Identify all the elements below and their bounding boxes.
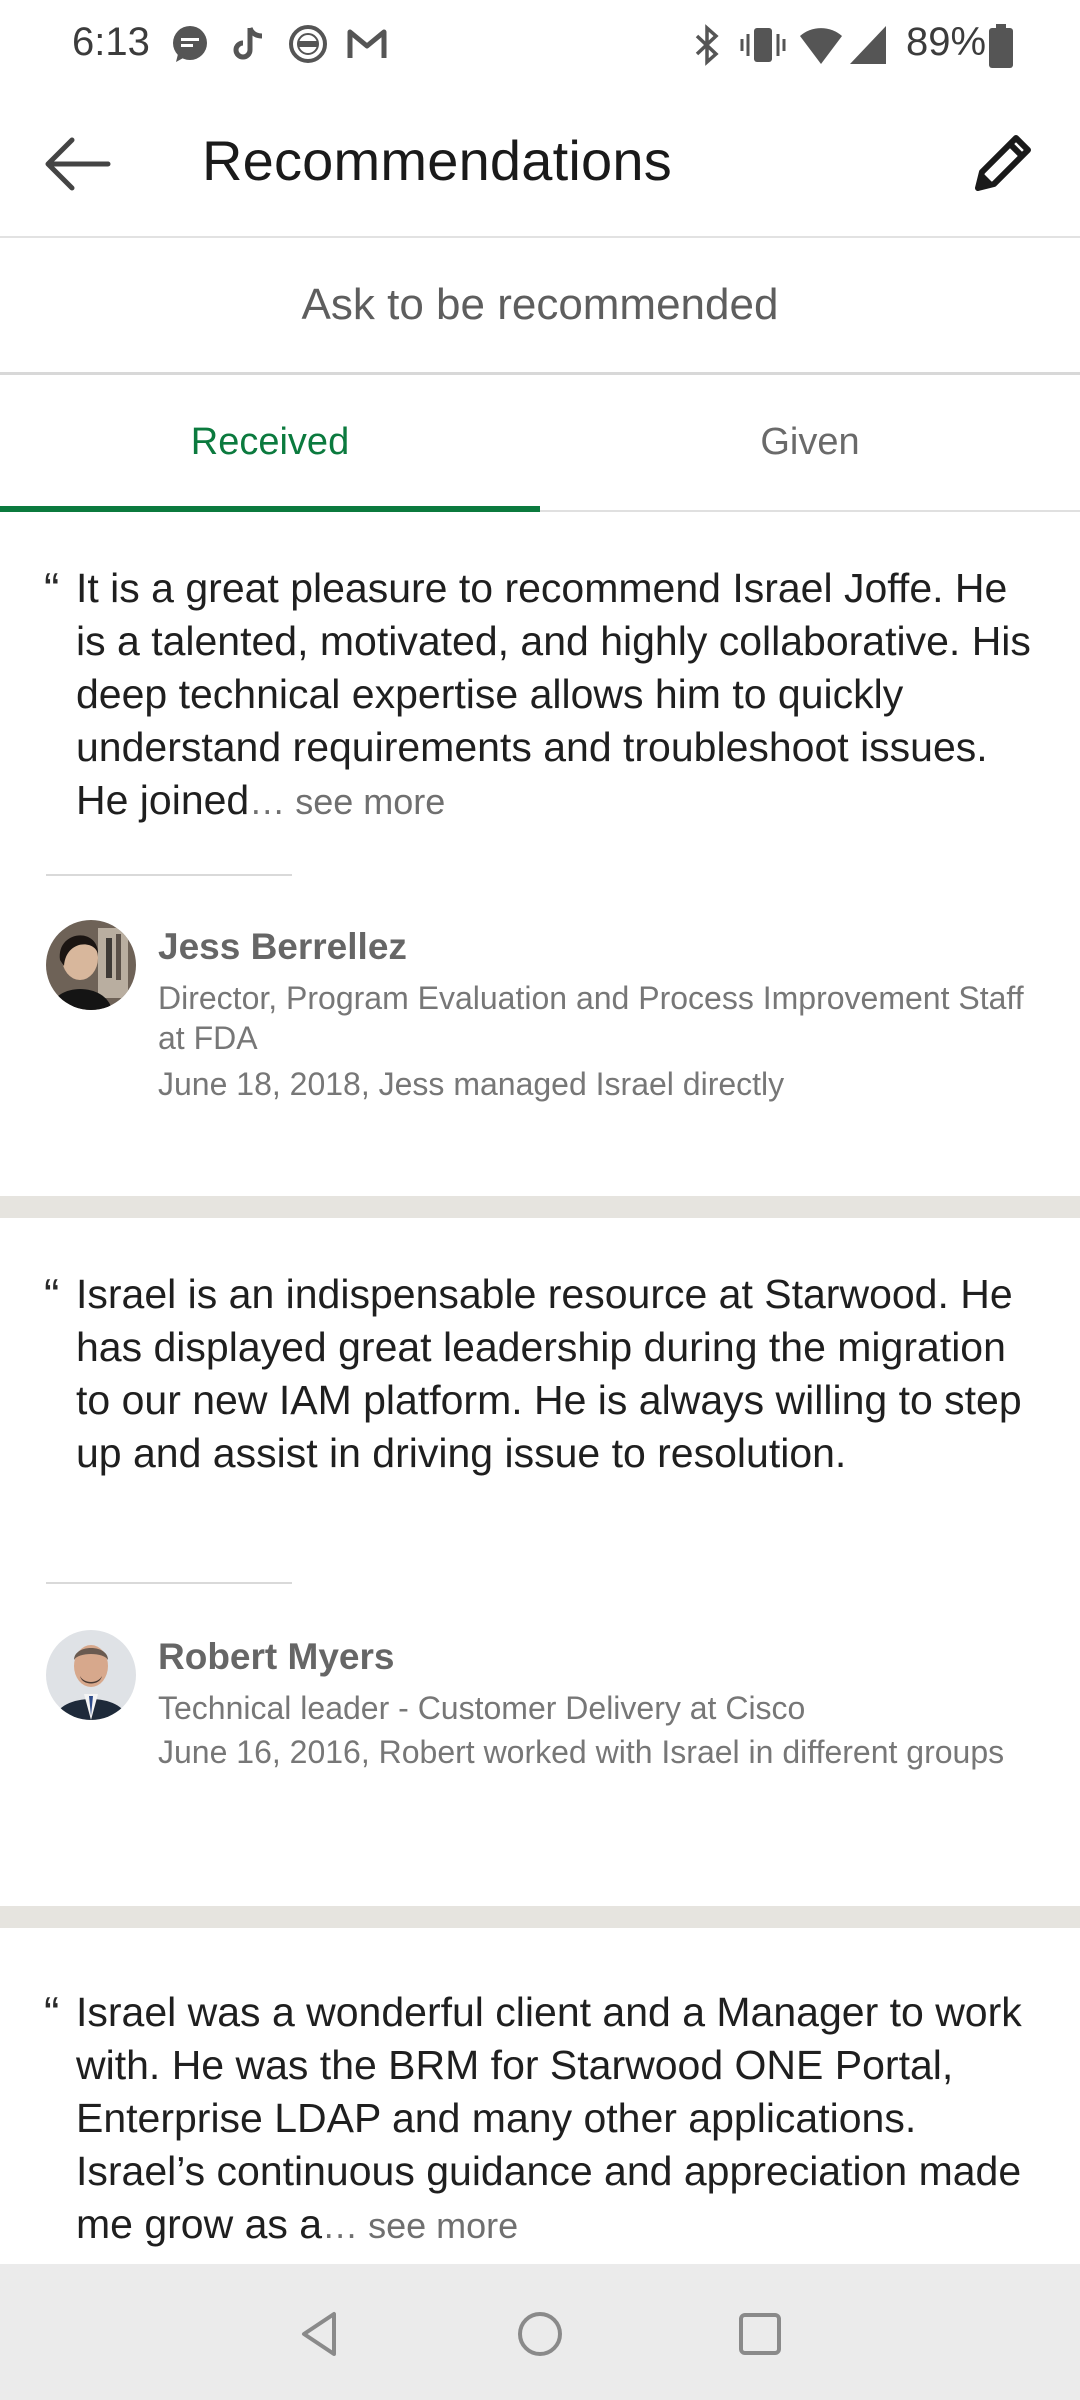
quote-body: Israel is an indispensable resource at S… — [76, 1271, 1022, 1476]
ask-label: Ask to be recommended — [301, 280, 779, 329]
recommendation-text[interactable]: It is a great pleasure to recommend Isra… — [76, 562, 1046, 828]
page-title: Recommendations — [202, 129, 672, 192]
tab-bar: Received Given — [0, 374, 1080, 512]
battery-icon — [989, 24, 1013, 68]
messages-icon — [173, 26, 207, 62]
gmail-icon — [347, 29, 387, 58]
recommendation-text[interactable]: Israel is an indispensable resource at S… — [76, 1268, 1046, 1480]
tiktok-icon — [233, 27, 263, 60]
quote-mark: “ — [44, 1987, 60, 2039]
quote-mark: “ — [44, 1269, 60, 1321]
recommender-name[interactable]: Robert Myers — [158, 1636, 394, 1678]
bluetooth-icon — [695, 24, 719, 66]
arrow-left-icon[interactable] — [40, 126, 116, 202]
tab-received[interactable]: Received — [0, 374, 540, 510]
recommender-name[interactable]: Jess Berrellez — [158, 926, 407, 968]
pencil-icon[interactable] — [960, 122, 1044, 206]
quote-body: It is a great pleasure to recommend Isra… — [76, 565, 1031, 823]
app-bar: Recommendations — [0, 92, 1080, 238]
quote-body: Israel was a wonderful client and a Mana… — [76, 1989, 1022, 2247]
avatar[interactable] — [46, 920, 136, 1010]
recents-square-icon[interactable] — [730, 2304, 790, 2364]
see-more-link[interactable]: … see more — [322, 2205, 518, 2246]
vibrate-icon — [740, 28, 786, 62]
recommendation-card: “ Israel was a wonderful client and a Ma… — [0, 1928, 1080, 2264]
recommendation-text[interactable]: Israel was a wonderful client and a Mana… — [76, 1986, 1046, 2252]
wifi-icon — [800, 28, 842, 64]
avatar[interactable] — [46, 1630, 136, 1720]
status-time: 6:13 — [72, 20, 150, 64]
recommendation-card: “ Israel is an indispensable resource at… — [0, 1218, 1080, 1904]
ask-to-be-recommended-button[interactable]: Ask to be recommended — [0, 238, 1080, 375]
card-separator — [0, 1906, 1080, 1928]
recommender-title: Director, Program Evaluation and Process… — [158, 980, 1024, 1056]
system-nav-bar — [0, 2264, 1080, 2400]
recommender-title: Technical leader - Customer Delivery at … — [158, 1690, 806, 1726]
recommendation-meta: June 18, 2018, Jess managed Israel direc… — [158, 1066, 785, 1102]
recommendation-meta: June 16, 2016, Robert worked with Israel… — [158, 1734, 1005, 1770]
signal-icon — [850, 26, 886, 64]
divider — [46, 1582, 292, 1584]
back-triangle-icon[interactable] — [290, 2304, 350, 2364]
quote-mark: “ — [44, 563, 60, 615]
battery-percent: 89% — [906, 20, 987, 64]
home-circle-icon[interactable] — [510, 2304, 570, 2364]
tab-given[interactable]: Given — [540, 374, 1080, 510]
status-bar: 6:13 89% — [0, 0, 1080, 92]
card-separator — [0, 1196, 1080, 1218]
divider — [46, 874, 292, 876]
recommendation-card: “ It is a great pleasure to recommend Is… — [0, 512, 1080, 1196]
wsop-icon — [289, 25, 327, 63]
see-more-link[interactable]: … see more — [249, 781, 445, 822]
